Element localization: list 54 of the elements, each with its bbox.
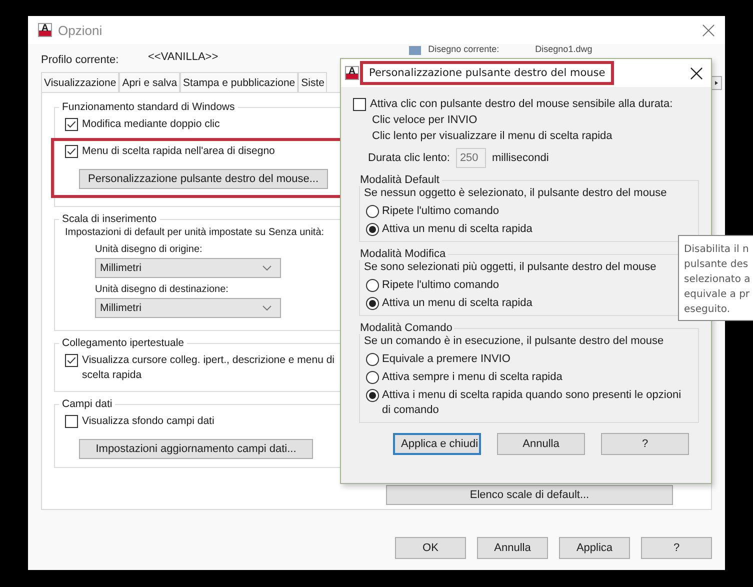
dropdown[interactable]: Millimetri [95, 298, 281, 318]
dialog-button[interactable]: ? [601, 433, 689, 455]
checkbox-label: Visualizza cursore colleg. ipert., descrizione e menu di scelta rapida [82, 353, 336, 383]
group-title: Modalità Comando [359, 322, 454, 334]
tab[interactable]: Visualizzazione [41, 72, 120, 92]
scale-list-button[interactable]: Elenco scale di default... [386, 485, 673, 505]
window-title: Opzioni [58, 22, 102, 38]
group-title: Scala di inserimento [61, 213, 158, 225]
group-description: Impostazioni di default per unità impostate su Senza unità: [65, 227, 326, 238]
dialog-button[interactable]: ? [641, 537, 712, 559]
dialog-button[interactable]: Applica [559, 537, 630, 559]
group-title: Campi dati [61, 398, 114, 410]
group-description: Se un comando è in esecuzione, il pulsante destro del mouse [364, 334, 665, 349]
drawing-label: Disegno corrente: [428, 44, 500, 55]
radio-label: Ripete l'ultimo comando [382, 204, 500, 219]
checkbox-label: Visualizza sfondo campi dati [82, 414, 214, 429]
dialog-button[interactable]: Annulla [477, 537, 548, 559]
tab[interactable]: Apri e salva [119, 72, 180, 92]
dialog-button[interactable]: Applica e chiudi [393, 433, 481, 455]
option-note: Clic lento per visualizzare il menu di scelta rapida [371, 129, 614, 144]
dialog-title: Personalizzazione pulsante destro del mouse [360, 61, 614, 85]
field-label: Durata clic lento: [368, 152, 450, 164]
radio-label: Attiva un menu di scelta rapida [382, 222, 532, 237]
dialog-button[interactable]: OK [395, 537, 466, 559]
radio-label: Attiva sempre i menu di scelta rapida [382, 370, 562, 385]
unit-label: millisecondi [492, 152, 549, 164]
radio-label: Ripete l'ultimo comando [382, 278, 500, 293]
checkbox-label: Attiva clic con pulsante destro del mouse sensibile alla durata: [370, 97, 673, 112]
radio-label: Attiva un menu di scelta rapida [382, 296, 532, 311]
group-description: Se nessun oggetto è selezionato, il pulsante destro del mouse [364, 186, 668, 201]
customize-button[interactable]: Impostazioni aggiornamento campi dati... [79, 439, 313, 459]
tab[interactable]: Siste [298, 72, 328, 92]
radio-label: Equivale a premere INVIO [382, 352, 510, 367]
group-title: Funzionamento standard di Windows [61, 101, 236, 113]
field-label: Unità disegno di destinazione: [95, 284, 230, 295]
tooltip-text: pulsante des [684, 258, 750, 272]
tooltip-text: Disabilita il n [684, 243, 750, 257]
dialog-button[interactable]: Annulla [497, 433, 585, 455]
radio-label: Attiva i menu di scelta rapida quando sono presenti le opzioni di comando [382, 388, 682, 418]
group-title: Modalità Modifica [359, 248, 447, 260]
group-title: Modalità Default [359, 174, 440, 186]
checkbox-label: Menu di scelta rapida nell'area di disegno [82, 144, 275, 159]
tooltip-text: selezionato a [684, 273, 752, 287]
tab[interactable]: Stampa e pubblicazione [180, 72, 298, 92]
profile-label: Profilo corrente: [41, 54, 120, 66]
option-note: Clic veloce per INVIO [371, 113, 478, 128]
tooltip-text: equivale a pr [684, 288, 751, 302]
profile-value: <<VANILLA>> [148, 51, 218, 63]
dropdown[interactable]: Millimetri [95, 258, 281, 278]
drawing-value: Disegno1.dwg [535, 44, 592, 55]
customize-button[interactable]: Personalizzazione pulsante destro del mouse... [79, 169, 328, 189]
tooltip-text: eseguito. [684, 303, 732, 317]
checkbox-label: Modifica mediante doppio clic [82, 117, 220, 132]
group-title: Collegamento ipertestuale [61, 337, 185, 349]
